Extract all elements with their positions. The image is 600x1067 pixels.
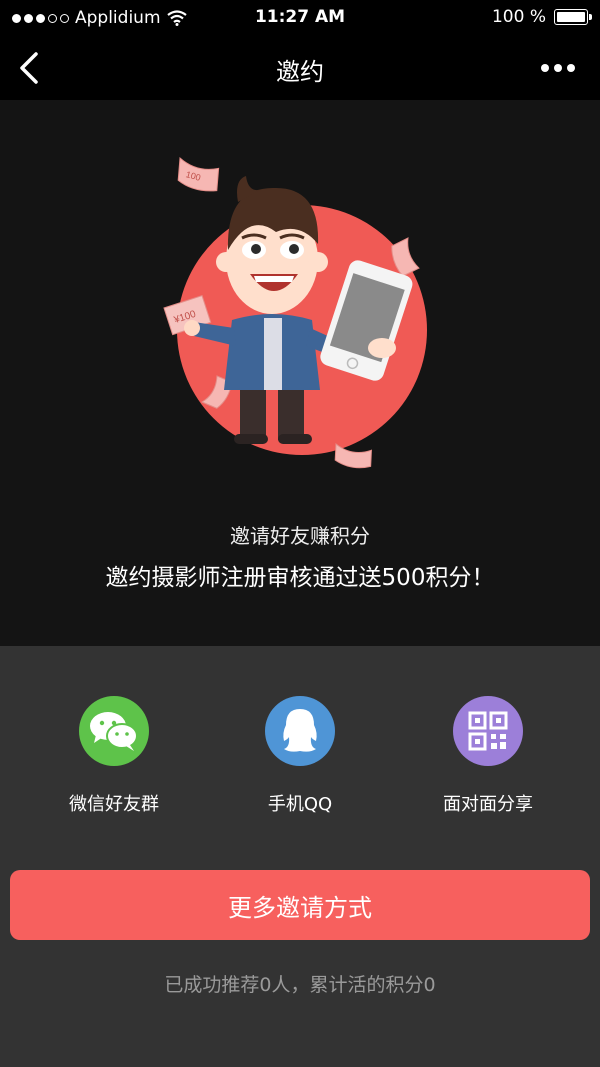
hero-headline: 邀约摄影师注册审核通过送500积分！ [105,565,495,591]
qr-code-icon[interactable] [453,696,523,766]
share-qq-label: 手机QQ [267,794,333,815]
status-bar: Applidium 11:27 AM 100 % [0,0,600,36]
money-bill-bottom-right [334,442,372,469]
qq-icon[interactable] [265,696,335,766]
nav-bar: 邀约 [0,36,600,100]
share-options: 微信好友群 手机QQ 面对面分享 [0,696,600,816]
share-wechat-label: 微信好友群 [69,794,159,815]
hero-section: 100 ¥100 邀请好友赚积分 邀约摄影师注册审核通过送500积分！ [0,100,600,646]
battery-percent: 100 % [491,7,546,27]
hero-subtitle: 邀请好友赚积分 [230,524,370,548]
invite-illustration: 100 ¥100 [163,156,427,469]
page-title: 邀约 [276,58,324,86]
share-wechat-group[interactable]: 微信好友群 [34,696,194,816]
more-invite-methods-button[interactable]: 更多邀请方式 [10,870,590,940]
battery-group: 100 % [491,7,592,27]
share-face-to-face-label: 面对面分享 [443,794,533,815]
share-face-to-face[interactable]: 面对面分享 [408,696,568,816]
money-bill-top: 100 [177,156,220,192]
share-qq[interactable]: 手机QQ [220,696,380,816]
more-options-icon[interactable] [540,60,576,76]
wechat-icon[interactable] [79,696,149,766]
referral-stats: 已成功推荐0人，累计活的积分0 [164,974,436,996]
battery-icon [554,9,592,25]
